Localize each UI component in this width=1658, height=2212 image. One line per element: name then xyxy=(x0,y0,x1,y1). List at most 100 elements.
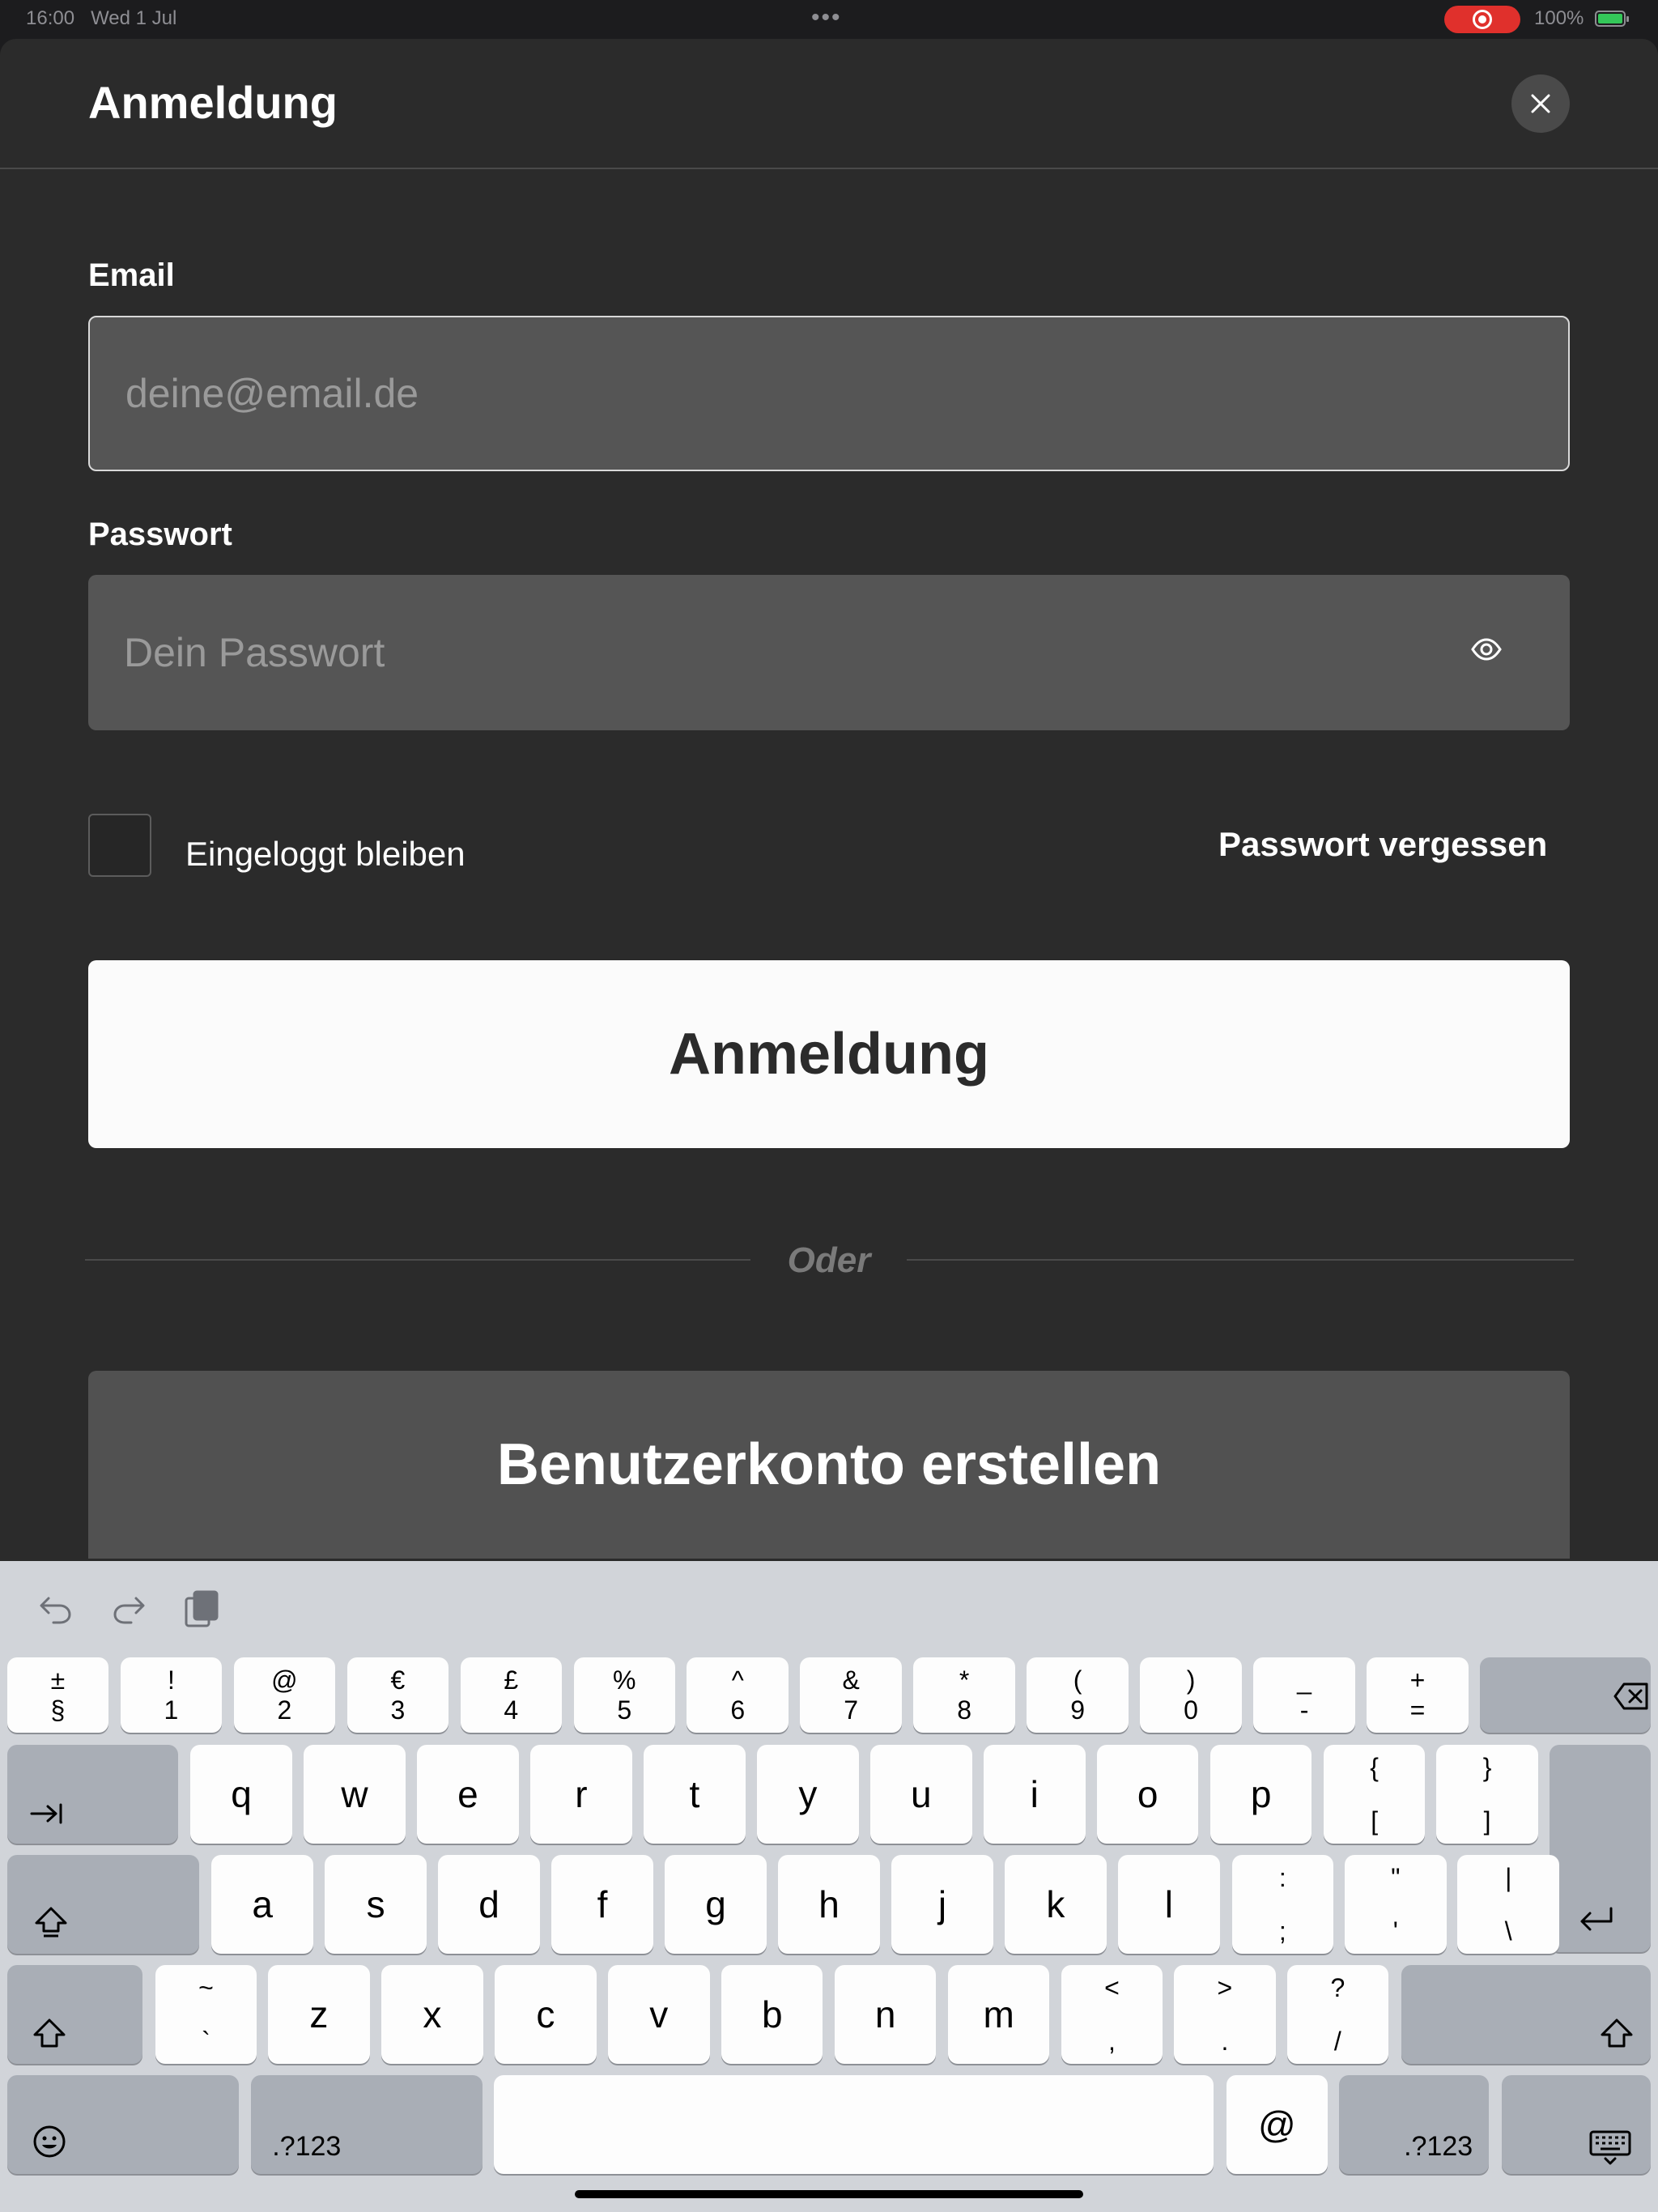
tab-key[interactable] xyxy=(6,1745,178,1844)
redo-icon[interactable] xyxy=(108,1589,149,1629)
space-key[interactable] xyxy=(494,2074,1214,2174)
dismiss-keyboard-key[interactable] xyxy=(1501,2074,1652,2174)
key-d[interactable]: d xyxy=(438,1855,540,1955)
key-0[interactable]: ) 0 xyxy=(1140,1657,1242,1733)
key-label: .?123 xyxy=(272,2130,342,2162)
key-q[interactable]: q xyxy=(190,1745,292,1844)
key-label: r xyxy=(575,1773,588,1816)
close-button[interactable] xyxy=(1511,74,1570,133)
key-shift-label: + xyxy=(1409,1665,1426,1695)
key-o[interactable]: o xyxy=(1096,1745,1199,1844)
key-=[interactable]: + = xyxy=(1367,1657,1469,1733)
key-label: @ xyxy=(1258,2103,1296,2146)
key-label: k xyxy=(1046,1883,1065,1926)
tab-icon xyxy=(30,1803,62,1824)
key-base-label: § xyxy=(50,1695,66,1725)
key-v[interactable]: v xyxy=(608,1965,710,2065)
screen-recording-icon[interactable] xyxy=(1444,6,1520,33)
key-a[interactable]: a xyxy=(211,1855,313,1955)
key-z[interactable]: z xyxy=(268,1965,370,2065)
key-8[interactable]: * 8 xyxy=(913,1657,1015,1733)
key-shift-label: > xyxy=(1217,1973,1233,2003)
key-§[interactable]: ± § xyxy=(6,1657,109,1733)
create-account-button[interactable]: Benutzerkonto erstellen xyxy=(88,1371,1570,1559)
key-1[interactable]: ! 1 xyxy=(120,1657,223,1733)
key-angle-1[interactable]: >. xyxy=(1174,1965,1276,2065)
key-punct-1[interactable]: " ' xyxy=(1345,1855,1447,1955)
undo-icon[interactable] xyxy=(36,1589,76,1629)
numbers-key-left[interactable]: .?123 xyxy=(251,2074,483,2174)
key-bracket-0[interactable]: {[ xyxy=(1323,1745,1426,1844)
key-base-label: 0 xyxy=(1184,1695,1198,1725)
key-label: z xyxy=(309,1993,329,2036)
key-u[interactable]: u xyxy=(870,1745,972,1844)
key-p[interactable]: p xyxy=(1209,1745,1312,1844)
key-m[interactable]: m xyxy=(947,1965,1050,2065)
key-angle-0[interactable]: <, xyxy=(1061,1965,1163,2065)
battery-percentage: 100% xyxy=(1534,7,1584,29)
key-f[interactable]: f xyxy=(551,1855,653,1955)
key-e[interactable]: e xyxy=(417,1745,519,1844)
key-label: p xyxy=(1250,1773,1272,1816)
key-x[interactable]: x xyxy=(381,1965,483,2065)
return-key[interactable] xyxy=(1549,1745,1652,1953)
key-5[interactable]: % 5 xyxy=(573,1657,675,1733)
clipboard-icon[interactable] xyxy=(181,1589,222,1629)
key-6[interactable]: ^ 6 xyxy=(687,1657,789,1733)
numbers-key-right[interactable]: .?123 xyxy=(1339,2074,1489,2174)
key-base-label: - xyxy=(1299,1695,1309,1725)
key-j[interactable]: j xyxy=(891,1855,993,1955)
password-input[interactable] xyxy=(124,575,1419,730)
login-button[interactable]: Anmeldung xyxy=(88,960,1570,1148)
key-label: m xyxy=(983,1993,1014,2036)
key-base-label: 3 xyxy=(390,1695,406,1725)
key-i[interactable]: i xyxy=(984,1745,1086,1844)
key-label: g xyxy=(705,1883,726,1926)
key-9[interactable]: (9 xyxy=(1027,1657,1129,1733)
password-field[interactable] xyxy=(88,575,1570,730)
key-angle-2[interactable]: ? / xyxy=(1286,1965,1389,2065)
key-7[interactable]: & 7 xyxy=(800,1657,902,1733)
key-s[interactable]: s xyxy=(325,1855,427,1955)
key-c[interactable]: c xyxy=(495,1965,597,2065)
key-shift-label: " xyxy=(1391,1863,1401,1893)
key-w[interactable]: w xyxy=(304,1745,406,1844)
key-k[interactable]: k xyxy=(1005,1855,1107,1955)
key--[interactable]: _ - xyxy=(1253,1657,1355,1733)
key-label: d xyxy=(478,1883,500,1926)
key-2[interactable]: @2 xyxy=(233,1657,336,1733)
emoji-icon xyxy=(33,2125,66,2158)
eye-icon[interactable] xyxy=(1470,633,1503,666)
remember-checkbox[interactable] xyxy=(88,814,151,877)
key-tilde[interactable]: ~ ` xyxy=(155,1965,257,2065)
key-l[interactable]: l xyxy=(1118,1855,1220,1955)
at-key[interactable]: @ xyxy=(1226,2074,1329,2174)
email-field[interactable] xyxy=(88,316,1570,471)
forgot-password-link[interactable]: Passwort vergessen xyxy=(1218,825,1547,864)
emoji-key[interactable] xyxy=(6,2074,239,2174)
key-base-label: , xyxy=(1108,2027,1116,2057)
delete-key[interactable] xyxy=(1480,1657,1652,1733)
shift-left-key[interactable] xyxy=(6,1965,143,2065)
key-n[interactable]: n xyxy=(834,1965,937,2065)
key-bracket-1[interactable]: }] xyxy=(1436,1745,1538,1844)
key-shift-label: ! xyxy=(167,1665,175,1695)
key-h[interactable]: h xyxy=(778,1855,880,1955)
caps-lock-key[interactable] xyxy=(6,1855,199,1955)
email-input[interactable] xyxy=(125,317,1421,470)
shift-right-key[interactable] xyxy=(1401,1965,1652,2065)
multitasking-dots-icon[interactable]: ••• xyxy=(811,6,842,30)
key-g[interactable]: g xyxy=(665,1855,767,1955)
key-y[interactable]: y xyxy=(757,1745,859,1844)
key-3[interactable]: €3 xyxy=(346,1657,449,1733)
key-shift-label: } xyxy=(1482,1753,1492,1783)
key-t[interactable]: t xyxy=(644,1745,746,1844)
key-b[interactable]: b xyxy=(721,1965,823,2065)
key-shift-label: ? xyxy=(1330,1973,1346,2003)
key-r[interactable]: r xyxy=(530,1745,632,1844)
key-punct-2[interactable]: | \ xyxy=(1457,1855,1559,1955)
home-indicator xyxy=(575,2190,1083,2198)
key-label: o xyxy=(1137,1773,1158,1816)
key-4[interactable]: £4 xyxy=(460,1657,563,1733)
key-punct-0[interactable]: :; xyxy=(1231,1855,1334,1955)
